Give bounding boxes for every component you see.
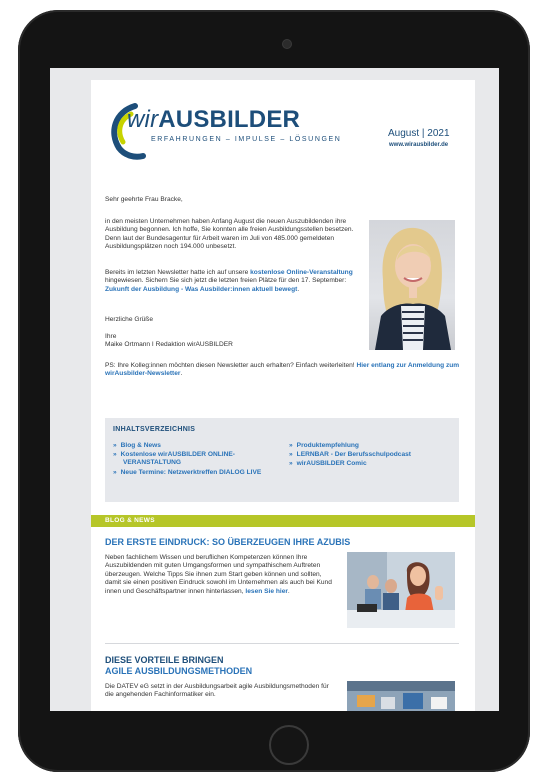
chevron-right-icon: » <box>289 460 293 467</box>
office-scene-illustration <box>347 552 455 628</box>
article-1-end: . <box>287 587 290 595</box>
event-paragraph: Bereits im letzten Newsletter hatte ich … <box>105 269 363 294</box>
front-camera <box>283 40 291 48</box>
ps-paragraph: PS: Ihre Kolleg:innen möchten diesen New… <box>105 362 461 379</box>
article-2-title-line-1: DIESE VORTEILE BRINGEN <box>105 655 224 665</box>
article-2-image <box>347 681 455 711</box>
issue-date: August | 2021 <box>388 128 450 139</box>
toc-item-label: wirAUSBILDER Comic <box>296 460 367 467</box>
chevron-right-icon: » <box>113 442 117 449</box>
article-2-title-line-2: AGILE AUSBILDUNGSMETHODEN <box>105 666 253 676</box>
logo-brand: AUSBILDER <box>158 106 301 133</box>
event-text-c: . <box>297 285 300 293</box>
toc-item-dialog-live[interactable]: » Neue Termine: Netzwerktreffen DIALOG LI… <box>113 469 283 477</box>
greeting: Sehr geehrte Frau Bracke, <box>105 196 183 203</box>
read-more-link[interactable]: lesen Sie hier <box>245 588 288 595</box>
portrait-illustration <box>375 227 451 350</box>
toc-item-blog-news[interactable]: » Blog & News <box>113 442 273 450</box>
brand-logo[interactable]: wirAUSBILDER <box>127 106 300 134</box>
article-divider <box>105 643 459 644</box>
toc-item-label: Blog & News <box>120 442 161 449</box>
home-button[interactable] <box>269 725 309 765</box>
toc-item-label: Kostenlose wirAUSBILDER ONLINE-VERANSTAL… <box>120 451 235 466</box>
tablet-screen: wirAUSBILDER ERFAHRUNGEN – IMPULSE – LÖS… <box>50 68 499 711</box>
toc-title: INHALTSVERZEICHNIS <box>113 426 196 433</box>
toc-item-label: LERNBAR - Der Berufsschulpodcast <box>296 451 411 458</box>
toc-item-label: Produktempfehlung <box>296 442 359 449</box>
website-link[interactable]: www.wirausbilder.de <box>389 142 448 148</box>
toc-item-product[interactable]: » Produktempfehlung <box>289 442 455 450</box>
team-meeting-illustration <box>347 681 455 711</box>
article-1-title-b: SO ÜBERZEUGEN IHRE AZUBIS <box>212 537 351 547</box>
chevron-right-icon: » <box>113 451 117 458</box>
section-label: BLOG & NEWS <box>105 517 155 524</box>
author-portrait <box>369 220 455 350</box>
chevron-right-icon: » <box>113 469 117 476</box>
article-1-title-a: DER ERSTE EINDRUCK: <box>105 537 213 547</box>
logo-tagline: ERFAHRUNGEN – IMPULSE – LÖSUNGEN <box>151 136 342 143</box>
article-1-text: Neben fachlichem Wissen und beruflichen … <box>105 554 339 596</box>
toc-item-lernbar[interactable]: » LERNBAR - Der Berufsschulpodcast <box>289 451 455 459</box>
article-2-title[interactable]: DIESE VORTEILE BRINGEN AGILE AUSBILDUNGS… <box>105 655 252 677</box>
article-2-text: Die DATEV eG setzt in der Ausbildungsarb… <box>105 683 329 699</box>
future-training-link[interactable]: Zukunft der Ausbildung - Was Ausbilder:i… <box>105 286 297 293</box>
newsletter-email: wirAUSBILDER ERFAHRUNGEN – IMPULSE – LÖS… <box>91 80 475 711</box>
logo-prefix: wir <box>127 106 159 133</box>
table-of-contents: INHALTSVERZEICHNIS » Blog & News » Kostenl… <box>105 418 459 502</box>
closing: Herzliche Grüße <box>105 316 154 323</box>
chevron-right-icon: » <box>289 442 293 449</box>
toc-item-label: Neue Termine: Netzwerktreffen DIALOG LIV… <box>120 469 262 476</box>
signature-line-2: Maike Ortmann I Redaktion wirAUSBILDER <box>105 341 233 348</box>
toc-item-comic[interactable]: » wirAUSBILDER Comic <box>289 460 455 468</box>
ps-text: PS: Ihre Kolleg:innen möchten diesen New… <box>105 362 357 369</box>
article-1-body: Neben fachlichem Wissen und beruflichen … <box>105 554 332 595</box>
event-text-a: Bereits im letzten Newsletter hatte ich … <box>105 269 251 276</box>
online-event-link[interactable]: kostenlose Online-Veranstaltung <box>250 269 353 276</box>
event-text-b: hingewiesen. Sichern Sie sich jetzt die … <box>105 277 347 285</box>
article-1-image <box>347 552 455 628</box>
article-1-title[interactable]: DER ERSTE EINDRUCK: SO ÜBERZEUGEN IHRE A… <box>105 537 350 547</box>
toc-item-online-event[interactable]: » Kostenlose wirAUSBILDER ONLINE-VERANSTA… <box>113 451 279 467</box>
chevron-right-icon: » <box>289 451 293 458</box>
intro-paragraph: in den meisten Unternehmen haben Anfang … <box>105 218 354 251</box>
tablet-device: wirAUSBILDER ERFAHRUNGEN – IMPULSE – LÖS… <box>18 10 530 772</box>
ps-end: . <box>180 370 183 378</box>
